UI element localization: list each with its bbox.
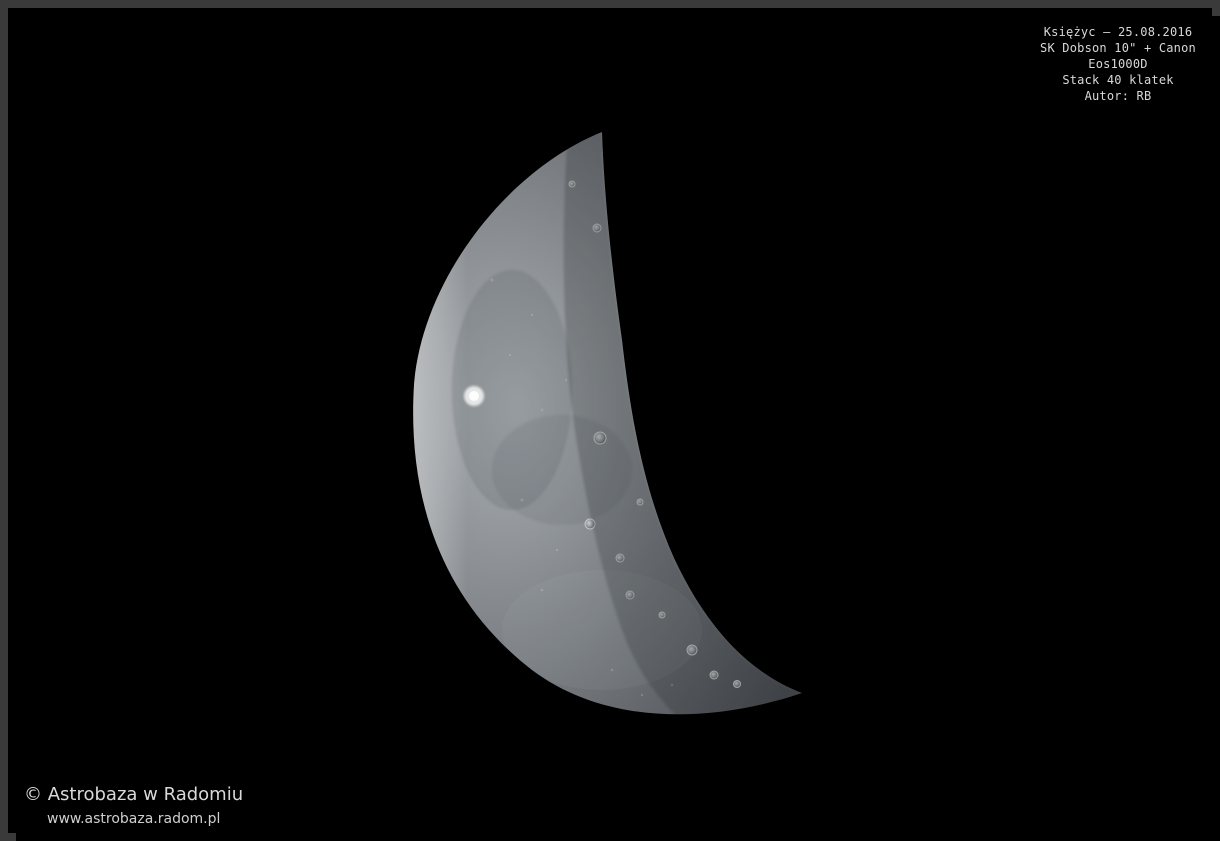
photo-frame: Księżyc – 25.08.2016 SK Dobson 10" + Can…	[0, 0, 1220, 841]
photo-canvas: Księżyc – 25.08.2016 SK Dobson 10" + Can…	[16, 16, 1220, 841]
watermark-url: www.astrobaza.radom.pl	[47, 811, 221, 827]
caption-line-1: Księżyc – 25.08.2016	[1043, 25, 1193, 39]
caption-line-3: Eos1000D	[1088, 57, 1148, 71]
crescent-moon-image	[413, 132, 802, 715]
caption-line-2: SK Dobson 10" + Canon	[1040, 41, 1196, 55]
caption-line-4: Stack 40 klatek	[1062, 73, 1174, 87]
photo-caption: Księżyc – 25.08.2016 SK Dobson 10" + Can…	[1008, 24, 1220, 104]
watermark: © Astrobaza w Radomiu www.astrobaza.rado…	[24, 784, 243, 828]
caption-line-5: Autor: RB	[1084, 89, 1152, 103]
watermark-title: © Astrobaza w Radomiu	[24, 784, 244, 805]
